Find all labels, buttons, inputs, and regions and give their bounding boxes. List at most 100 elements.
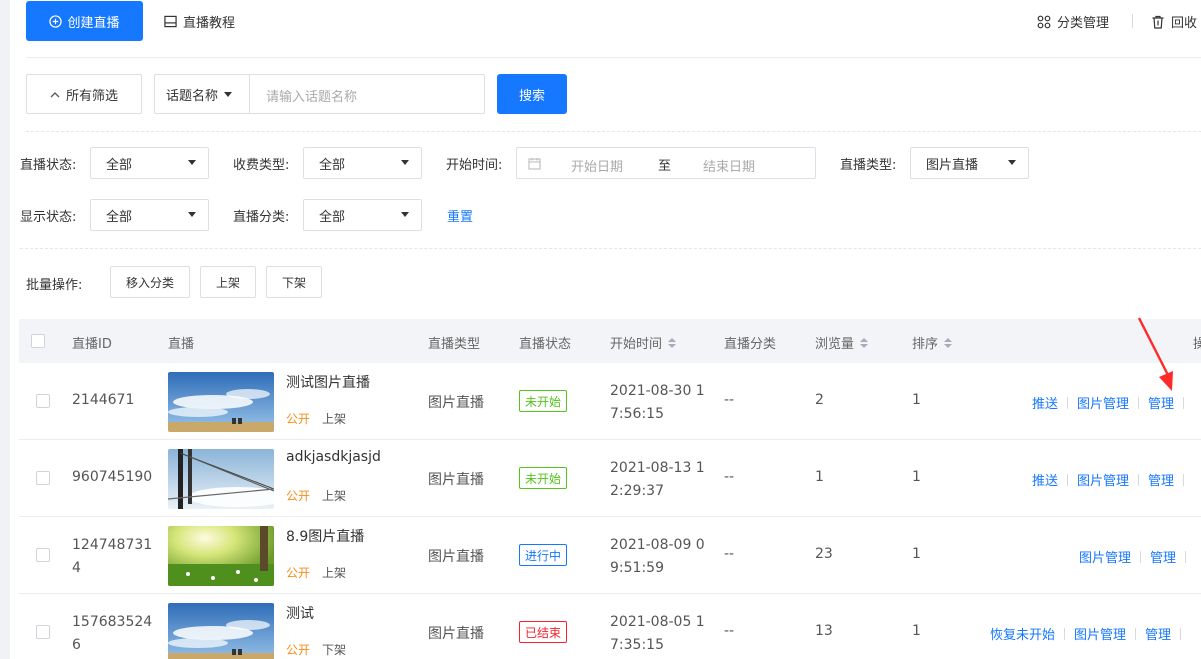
fee-filter-select[interactable]: 全部 [303,147,422,179]
create-live-label: 创建直播 [67,15,120,31]
batch-up-button[interactable]: 上架 [200,266,256,298]
row-type: 图片直播 [428,549,484,565]
table-header: 直播ID 直播 直播类型 直播状态 开始时间 直播分类 浏览量 排序 操 [19,319,1201,363]
status-filter-label: 直播状态: [20,158,77,173]
caret-down-icon [401,212,409,217]
toolbar-divider [1132,14,1133,28]
search-field-select[interactable]: 话题名称 [155,75,250,113]
row-views: 2 [815,392,824,408]
push-link[interactable]: 推送 [1032,393,1058,412]
row-id: 124748731 4 [72,537,153,576]
shelf-status: 下架 [322,643,347,657]
pics-manage-link[interactable]: 图片管理 [1074,624,1126,643]
row-order: 1 [912,546,921,562]
row-order: 1 [912,623,921,639]
row-actions: 推送 图片管理 管理 [1032,470,1193,489]
col-type: 直播类型 [428,337,481,352]
row-order: 1 [912,469,921,485]
sort-icon [860,337,869,348]
caret-down-icon [401,160,409,165]
category-manage-link[interactable]: 分类管理 [1037,12,1109,31]
manage-link[interactable]: 管理 [1148,393,1174,412]
reset-link[interactable]: 重置 [447,206,473,225]
caret-down-icon [224,91,233,97]
row-actions: 图片管理 管理 [1079,547,1195,566]
bridge-image [168,449,274,509]
shelf-status: 上架 [322,489,347,503]
pics-manage-link[interactable]: 图片管理 [1077,393,1129,412]
end-date-input[interactable]: 结束日期 [703,156,755,175]
search-button[interactable]: 搜索 [497,74,567,114]
manage-link[interactable]: 管理 [1148,470,1174,489]
row-type: 图片直播 [428,626,484,642]
fee-filter-label: 收费类型: [233,158,290,173]
push-link[interactable]: 推送 [1032,470,1058,489]
col-id: 直播ID [72,337,112,352]
row-thumbnail[interactable] [168,603,274,659]
row-thumbnail[interactable] [168,526,274,586]
row-thumbnail[interactable] [168,372,274,432]
row-checkbox[interactable] [36,394,50,408]
category-filter-select[interactable]: 全部 [303,199,422,231]
sky-clouds-image [168,372,274,432]
create-live-button[interactable]: 创建直播 [26,1,143,41]
shelf-status: 上架 [322,566,347,580]
move-category-button[interactable]: 移入分类 [110,266,190,298]
pics-manage-link[interactable]: 图片管理 [1079,547,1131,566]
category-manage-label: 分类管理 [1057,16,1110,31]
table-row: 157683524 6 测试 公开 下架 图片直播 已结束 2021-08-05 … [19,594,1201,659]
status-filter-select[interactable]: 全部 [90,147,209,179]
row-start-time: 2021-08-09 0 9:51:59 [610,537,705,576]
row-id: 2144671 [72,392,135,408]
row-title[interactable]: adkjasdkjasjd [286,449,381,465]
sky-clouds-image [168,603,274,659]
search-input[interactable]: 请输入话题名称 [266,86,357,105]
row-thumbnail[interactable] [168,449,274,509]
tutorial-link[interactable]: 直播教程 [164,12,235,31]
caret-down-icon [1008,160,1016,165]
row-actions: 恢复未开始 图片管理 管理 [990,624,1190,643]
plus-circle-icon [49,14,63,28]
display-filter-select[interactable]: 全部 [90,199,209,231]
col-views[interactable]: 浏览量 [815,333,869,352]
category-filter-value: 全部 [319,209,346,225]
status-badge: 已结束 [519,621,568,643]
category-filter-label: 直播分类: [233,210,290,225]
row-checkbox[interactable] [36,548,50,562]
caret-down-icon [188,160,196,165]
row-start-time: 2021-08-05 1 7:35:15 [610,614,705,653]
recycle-link[interactable]: 回收 [1151,12,1197,31]
row-views: 23 [815,546,833,562]
restore-link[interactable]: 恢复未开始 [990,624,1055,643]
start-time-label: 开始时间: [446,158,503,173]
col-order[interactable]: 排序 [912,333,953,352]
col-start-time[interactable]: 开始时间 [610,333,677,352]
topbar-divider [26,57,1201,58]
date-range-picker[interactable]: 开始日期 至 结束日期 [516,147,816,179]
manage-link[interactable]: 管理 [1150,547,1176,566]
pics-manage-link[interactable]: 图片管理 [1077,470,1129,489]
visibility-label: 公开 [286,412,311,426]
row-title[interactable]: 测试图片直播 [286,372,370,392]
table-row: 2144671 测试图片直播 公开 上架 图片直播 未开始 2021-08-30… [19,363,1201,440]
trash-icon [1152,15,1164,29]
type-filter-value: 图片直播 [926,157,979,173]
visibility-label: 公开 [286,489,311,503]
meadow-image [168,526,274,586]
fee-filter-value: 全部 [319,157,346,173]
annotation-arrow-icon [1137,317,1173,391]
status-badge: 未开始 [519,390,568,412]
type-filter-select[interactable]: 图片直播 [910,147,1029,179]
manage-link[interactable]: 管理 [1145,624,1171,643]
batch-down-button[interactable]: 下架 [266,266,322,298]
row-title[interactable]: 8.9图片直播 [286,526,364,546]
select-all-checkbox[interactable] [31,334,45,348]
row-title[interactable]: 测试 [286,603,314,623]
col-status: 直播状态 [519,337,572,352]
search-button-label: 搜索 [518,88,545,104]
row-checkbox[interactable] [36,471,50,485]
start-date-input[interactable]: 开始日期 [571,156,623,175]
row-checkbox[interactable] [36,625,50,639]
all-filters-toggle[interactable]: 所有筛选 [26,74,142,114]
type-filter-label: 直播类型: [840,158,897,173]
